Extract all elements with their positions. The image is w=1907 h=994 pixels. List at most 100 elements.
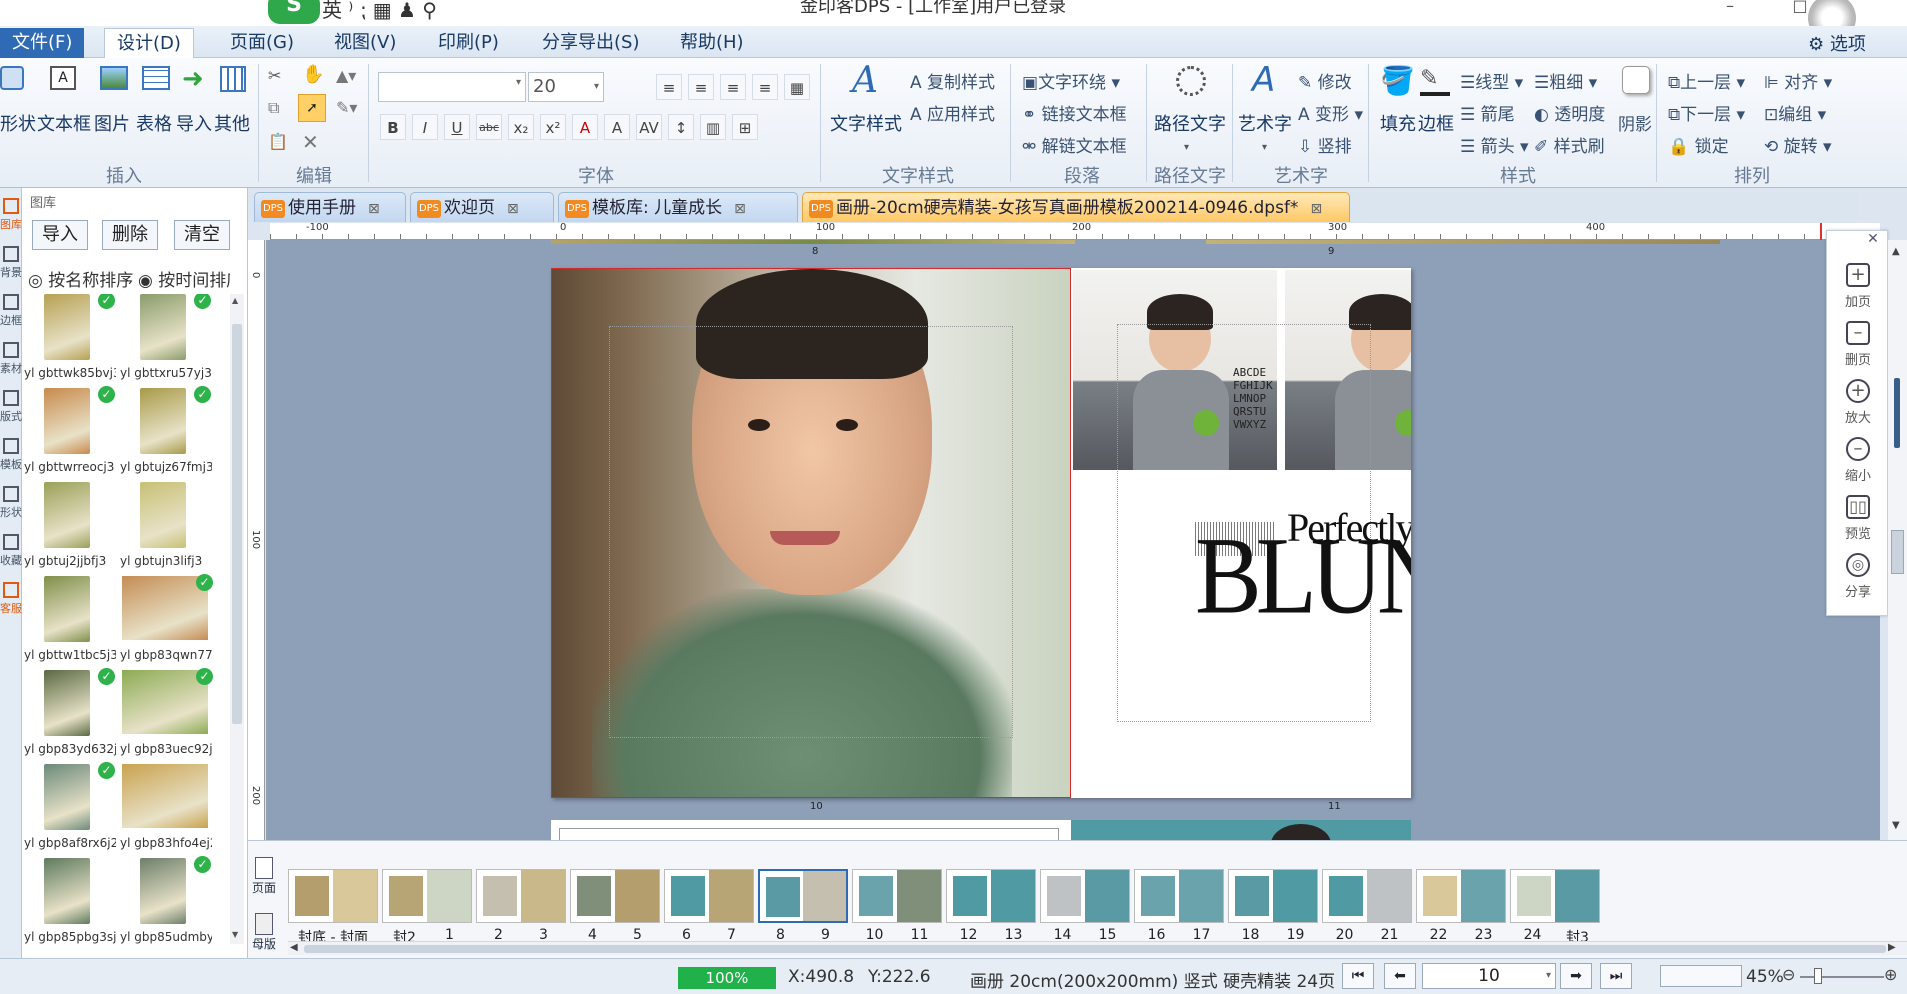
menu-print[interactable]: 印刷(P) xyxy=(426,28,511,58)
line-spacing-icon[interactable]: ↕ xyxy=(668,114,694,140)
close-icon[interactable]: ⊠ xyxy=(1310,201,1322,217)
canvas-scroll-thumb[interactable] xyxy=(1891,530,1904,574)
gallery-item[interactable]: ✓ yl gbttwrreocj3 xyxy=(24,386,118,480)
subscript-icon[interactable]: x₂ xyxy=(508,114,534,140)
transparency-button[interactable]: ◐ 透明度 xyxy=(1534,100,1605,125)
spread-thumbnail[interactable] xyxy=(288,869,378,923)
category-1[interactable]: 背景 xyxy=(0,244,22,288)
scroll-down-icon[interactable]: ▼ xyxy=(232,930,238,939)
gallery-item[interactable]: ✓ yl gbttxru57yj3 xyxy=(120,294,214,386)
art-text-button[interactable]: 艺术字 xyxy=(1238,110,1292,136)
sort-by-time-radio[interactable]: ◉ 按时间排序 xyxy=(138,266,230,291)
previous-page-button[interactable]: ⬅ xyxy=(1384,963,1416,989)
delete-icon[interactable]: ✕ xyxy=(302,130,319,154)
spread-thumbnail[interactable] xyxy=(1134,869,1224,923)
menu-help[interactable]: 帮助(H) xyxy=(668,28,756,58)
gallery-item[interactable]: yl gbtujn3lifj3 xyxy=(120,482,214,574)
font-family-combo[interactable]: ▾ xyxy=(378,72,526,102)
close-icon[interactable]: ✕ xyxy=(1865,231,1881,247)
rotate-button[interactable]: ⟲ 旋转 ▾ xyxy=(1764,132,1832,157)
category-8[interactable]: 客服 xyxy=(0,580,22,624)
lock-button[interactable]: 🔒 锁定 xyxy=(1668,132,1729,157)
gallery-delete-button[interactable]: 删除 xyxy=(102,220,158,250)
unlink-textbox-button[interactable]: ⚮ 解链文本框 xyxy=(1022,132,1127,157)
last-page-button[interactable]: ⏭ xyxy=(1600,963,1632,989)
gallery-scroll-thumb[interactable] xyxy=(232,324,242,724)
char-border-icon[interactable]: A xyxy=(604,114,630,140)
thumbnail-scroll-thumb[interactable] xyxy=(304,945,1886,953)
apply-style-button[interactable]: A 应用样式 xyxy=(910,100,995,125)
menu-page[interactable]: 页面(G) xyxy=(218,28,306,58)
scroll-up-icon[interactable]: ▲ xyxy=(1892,246,1900,257)
align-center-icon[interactable]: ≡ xyxy=(688,74,714,100)
shape-button[interactable]: 形状 xyxy=(0,110,36,136)
bold-icon[interactable]: B xyxy=(380,114,406,140)
pages-side-tab[interactable]: 页面 xyxy=(252,857,276,896)
columns-icon[interactable]: ▥ xyxy=(700,114,726,140)
close-icon[interactable]: ⊠ xyxy=(368,201,380,217)
text-wrap-button[interactable]: ▣文字环绕 ▾ xyxy=(1022,68,1120,93)
textbox-button[interactable]: 文本框 xyxy=(37,110,91,136)
art-text-blunt[interactable]: BLUNT xyxy=(1195,512,1411,639)
menu-share[interactable]: 分享导出(S) xyxy=(530,28,651,58)
transform-art-button[interactable]: A 变形 ▾ xyxy=(1298,100,1363,125)
tab-welcome[interactable]: DPS 欢迎页 ⊠ xyxy=(410,192,554,222)
scroll-up-icon[interactable]: ▲ xyxy=(232,296,238,305)
select-pointer-icon[interactable]: ➚ xyxy=(298,94,326,122)
preview-button[interactable]: ▯▯ 预览 xyxy=(1827,495,1889,542)
spread-thumbnail[interactable] xyxy=(1228,869,1318,923)
album-spread[interactable]: ABCDE FGHIJK LMNOP QRSTU VWXYZ ABCDE FGH… xyxy=(551,268,1411,798)
close-icon[interactable]: ⊠ xyxy=(734,201,746,217)
category-4[interactable]: 版式 xyxy=(0,388,22,432)
font-color-icon[interactable]: A xyxy=(572,114,598,140)
category-5[interactable]: 模板 xyxy=(0,436,22,480)
right-page[interactable]: ABCDE FGHIJK LMNOP QRSTU VWXYZ ABCDE FGH… xyxy=(1071,268,1411,798)
zoom-out-icon[interactable]: ⊖ xyxy=(1782,965,1795,984)
text-style-button[interactable]: 文字样式 xyxy=(830,110,902,136)
hand-icon[interactable]: ✋ xyxy=(302,64,324,85)
spread-thumbnail[interactable] xyxy=(758,869,848,923)
spread-thumbnail[interactable] xyxy=(946,869,1036,923)
tab-album-document[interactable]: DPS 画册-20cm硬壳精装-女孩写真画册模板200214-0946.dpsf*… xyxy=(802,192,1350,222)
close-icon[interactable]: ⊠ xyxy=(507,201,519,217)
italic-icon[interactable]: I xyxy=(412,114,438,140)
spread-thumbnail[interactable] xyxy=(1322,869,1412,923)
align-left-icon[interactable]: ≡ xyxy=(656,74,682,100)
char-spacing-icon[interactable]: AV xyxy=(636,114,662,140)
gallery-scrollbar[interactable]: ▲ ▼ xyxy=(230,294,244,944)
gallery-item[interactable]: yl gbp83hfo4ej2 xyxy=(120,764,214,856)
scroll-down-icon[interactable]: ▼ xyxy=(1892,820,1900,831)
other-button[interactable]: 其他 xyxy=(214,110,250,136)
spread-thumbnail[interactable] xyxy=(382,869,472,923)
arrow-tail-button[interactable]: ☰ 箭尾 xyxy=(1460,100,1515,125)
spread-thumbnail[interactable] xyxy=(1040,869,1130,923)
gallery-item[interactable]: ✓ yl gbp8af8rx6j2 xyxy=(24,762,118,856)
gallery-item[interactable]: yl gbp85pbg3sj2 xyxy=(24,858,118,950)
share-button[interactable]: ◎ 分享 xyxy=(1827,553,1889,600)
spread-thumbnail[interactable] xyxy=(476,869,566,923)
line-type-button[interactable]: ☰线型 ▾ xyxy=(1460,68,1523,93)
path-text-button[interactable]: 路径文字 xyxy=(1154,110,1226,136)
gallery-item[interactable]: ✓ yl gbp83yd632j2 xyxy=(24,668,118,762)
format-brush-button[interactable]: ✐ 样式刷 xyxy=(1534,132,1605,157)
gallery-clear-button[interactable]: 清空 xyxy=(174,220,230,250)
image-button[interactable]: 图片 xyxy=(94,110,130,136)
copy-icon[interactable]: ⧉ xyxy=(268,98,279,118)
scroll-left-icon[interactable]: ◀ xyxy=(290,942,298,953)
gallery-item[interactable]: yl gbttw1tbc5j3 xyxy=(24,576,118,668)
underline-icon[interactable]: U xyxy=(444,114,470,140)
indent-icon[interactable]: ⊞ xyxy=(732,114,758,140)
zoom-out-button[interactable]: – 缩小 xyxy=(1827,437,1889,484)
thickness-button[interactable]: ☰粗细 ▾ xyxy=(1534,68,1597,93)
gallery-item[interactable]: ✓ yl gbp83uec92j2 xyxy=(120,668,214,762)
side-handle[interactable] xyxy=(1894,378,1900,448)
modify-art-button[interactable]: ✎ 修改 xyxy=(1298,68,1352,93)
spread-thumbnail[interactable] xyxy=(1416,869,1506,923)
delete-page-button[interactable]: – 删页 xyxy=(1827,321,1889,368)
paste-icon[interactable]: 📋 xyxy=(268,132,288,151)
spread-thumbnail[interactable] xyxy=(852,869,942,923)
category-6[interactable]: 形状 xyxy=(0,484,22,528)
dropdown-arrow-icon[interactable]: ▾ xyxy=(1262,142,1267,153)
thumbnail-scrollbar[interactable]: ◀ ▶ xyxy=(288,941,1907,955)
menu-view[interactable]: 视图(V) xyxy=(322,28,408,58)
